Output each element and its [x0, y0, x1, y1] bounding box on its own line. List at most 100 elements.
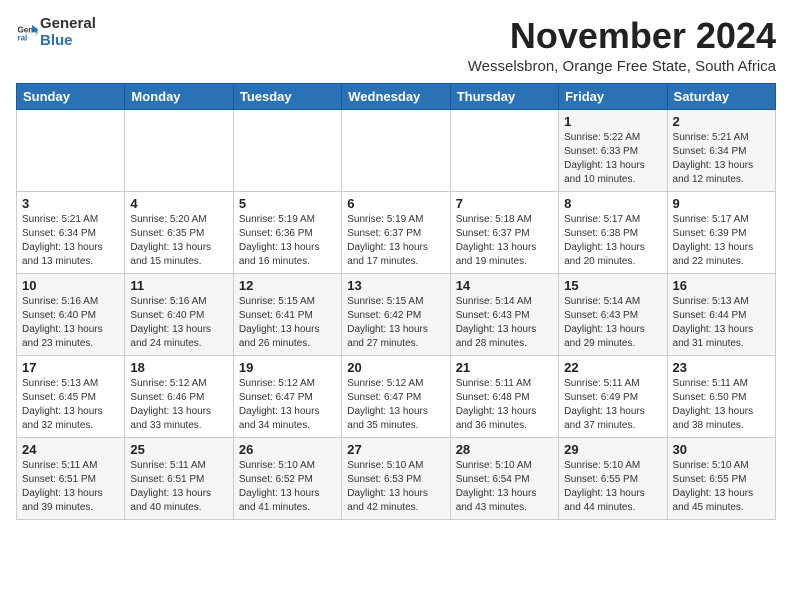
day-number: 22 — [564, 360, 661, 375]
day-info: Sunrise: 5:10 AM Sunset: 6:55 PM Dayligh… — [564, 459, 661, 515]
calendar-row: 17 Sunrise: 5:13 AM Sunset: 6:45 PM Dayli… — [17, 355, 776, 437]
day-number: 11 — [130, 278, 227, 293]
day-number: 3 — [22, 196, 119, 211]
weekday-header: Saturday — [667, 83, 775, 109]
calendar-cell: 17 Sunrise: 5:13 AM Sunset: 6:45 PM Dayli… — [17, 355, 125, 437]
calendar-cell: 26 Sunrise: 5:10 AM Sunset: 6:52 PM Dayli… — [233, 437, 341, 519]
day-number: 2 — [673, 114, 770, 129]
day-info: Sunrise: 5:20 AM Sunset: 6:35 PM Dayligh… — [130, 213, 227, 269]
calendar-cell — [125, 109, 233, 191]
day-number: 25 — [130, 442, 227, 457]
day-info: Sunrise: 5:16 AM Sunset: 6:40 PM Dayligh… — [130, 295, 227, 351]
day-info: Sunrise: 5:11 AM Sunset: 6:50 PM Dayligh… — [673, 377, 770, 433]
calendar-cell: 16 Sunrise: 5:13 AM Sunset: 6:44 PM Dayli… — [667, 273, 775, 355]
day-number: 28 — [456, 442, 553, 457]
calendar-row: 10 Sunrise: 5:16 AM Sunset: 6:40 PM Dayli… — [17, 273, 776, 355]
day-number: 7 — [456, 196, 553, 211]
day-info: Sunrise: 5:12 AM Sunset: 6:47 PM Dayligh… — [347, 377, 444, 433]
day-number: 30 — [673, 442, 770, 457]
day-info: Sunrise: 5:21 AM Sunset: 6:34 PM Dayligh… — [673, 131, 770, 187]
day-info: Sunrise: 5:13 AM Sunset: 6:44 PM Dayligh… — [673, 295, 770, 351]
calendar-table: SundayMondayTuesdayWednesdayThursdayFrid… — [16, 83, 776, 520]
calendar-cell: 15 Sunrise: 5:14 AM Sunset: 6:43 PM Dayli… — [559, 273, 667, 355]
day-number: 13 — [347, 278, 444, 293]
day-info: Sunrise: 5:12 AM Sunset: 6:46 PM Dayligh… — [130, 377, 227, 433]
calendar-cell: 7 Sunrise: 5:18 AM Sunset: 6:37 PM Daylig… — [450, 191, 558, 273]
day-number: 16 — [673, 278, 770, 293]
day-number: 27 — [347, 442, 444, 457]
day-info: Sunrise: 5:15 AM Sunset: 6:41 PM Dayligh… — [239, 295, 336, 351]
day-number: 17 — [22, 360, 119, 375]
calendar-cell — [342, 109, 450, 191]
day-number: 9 — [673, 196, 770, 211]
weekday-header: Thursday — [450, 83, 558, 109]
calendar-cell: 20Sunrise: 5:12 AM Sunset: 6:47 PM Dayli… — [342, 355, 450, 437]
day-number: 24 — [22, 442, 119, 457]
calendar-cell: 1 Sunrise: 5:22 AM Sunset: 6:33 PM Daylig… — [559, 109, 667, 191]
day-number: 1 — [564, 114, 661, 129]
logo-icon: Gene ral — [16, 22, 38, 44]
day-number: 29 — [564, 442, 661, 457]
day-info: Sunrise: 5:14 AM Sunset: 6:43 PM Dayligh… — [456, 295, 553, 351]
day-number: 19 — [239, 360, 336, 375]
calendar-cell: 11 Sunrise: 5:16 AM Sunset: 6:40 PM Dayli… — [125, 273, 233, 355]
calendar-cell: 10 Sunrise: 5:16 AM Sunset: 6:40 PM Dayli… — [17, 273, 125, 355]
day-info: Sunrise: 5:18 AM Sunset: 6:37 PM Dayligh… — [456, 213, 553, 269]
calendar-cell — [450, 109, 558, 191]
calendar-cell: 3 Sunrise: 5:21 AM Sunset: 6:34 PM Daylig… — [17, 191, 125, 273]
day-info: Sunrise: 5:12 AM Sunset: 6:47 PM Dayligh… — [239, 377, 336, 433]
calendar-cell: 29 Sunrise: 5:10 AM Sunset: 6:55 PM Dayli… — [559, 437, 667, 519]
day-info: Sunrise: 5:17 AM Sunset: 6:38 PM Dayligh… — [564, 213, 661, 269]
day-number: 5 — [239, 196, 336, 211]
day-info: Sunrise: 5:10 AM Sunset: 6:52 PM Dayligh… — [239, 459, 336, 515]
calendar-cell: 13Sunrise: 5:15 AM Sunset: 6:42 PM Dayli… — [342, 273, 450, 355]
calendar-cell: 5 Sunrise: 5:19 AM Sunset: 6:36 PM Daylig… — [233, 191, 341, 273]
logo: Gene ral General Blue — [16, 16, 96, 49]
calendar-cell: 23 Sunrise: 5:11 AM Sunset: 6:50 PM Dayli… — [667, 355, 775, 437]
day-info: Sunrise: 5:10 AM Sunset: 6:54 PM Dayligh… — [456, 459, 553, 515]
weekday-header: Tuesday — [233, 83, 341, 109]
day-info: Sunrise: 5:11 AM Sunset: 6:51 PM Dayligh… — [22, 459, 119, 515]
title-block: November 2024 Wesselsbron, Orange Free S… — [468, 16, 776, 75]
day-info: Sunrise: 5:10 AM Sunset: 6:55 PM Dayligh… — [673, 459, 770, 515]
day-info: Sunrise: 5:19 AM Sunset: 6:36 PM Dayligh… — [239, 213, 336, 269]
day-info: Sunrise: 5:11 AM Sunset: 6:49 PM Dayligh… — [564, 377, 661, 433]
day-info: Sunrise: 5:14 AM Sunset: 6:43 PM Dayligh… — [564, 295, 661, 351]
day-info: Sunrise: 5:16 AM Sunset: 6:40 PM Dayligh… — [22, 295, 119, 351]
day-info: Sunrise: 5:13 AM Sunset: 6:45 PM Dayligh… — [22, 377, 119, 433]
day-number: 23 — [673, 360, 770, 375]
calendar-cell: 22 Sunrise: 5:11 AM Sunset: 6:49 PM Dayli… — [559, 355, 667, 437]
calendar-cell: 2 Sunrise: 5:21 AM Sunset: 6:34 PM Daylig… — [667, 109, 775, 191]
day-number: 10 — [22, 278, 119, 293]
day-number: 26 — [239, 442, 336, 457]
day-info: Sunrise: 5:17 AM Sunset: 6:39 PM Dayligh… — [673, 213, 770, 269]
calendar-cell: 6Sunrise: 5:19 AM Sunset: 6:37 PM Daylig… — [342, 191, 450, 273]
weekday-header: Friday — [559, 83, 667, 109]
day-number: 8 — [564, 196, 661, 211]
calendar-cell — [17, 109, 125, 191]
location-title: Wesselsbron, Orange Free State, South Af… — [468, 58, 776, 75]
day-number: 15 — [564, 278, 661, 293]
calendar-row: 3 Sunrise: 5:21 AM Sunset: 6:34 PM Daylig… — [17, 191, 776, 273]
day-info: Sunrise: 5:21 AM Sunset: 6:34 PM Dayligh… — [22, 213, 119, 269]
calendar-cell: 27Sunrise: 5:10 AM Sunset: 6:53 PM Dayli… — [342, 437, 450, 519]
day-number: 18 — [130, 360, 227, 375]
day-number: 21 — [456, 360, 553, 375]
calendar-cell: 9 Sunrise: 5:17 AM Sunset: 6:39 PM Daylig… — [667, 191, 775, 273]
calendar-cell: 18 Sunrise: 5:12 AM Sunset: 6:46 PM Dayli… — [125, 355, 233, 437]
day-info: Sunrise: 5:22 AM Sunset: 6:33 PM Dayligh… — [564, 131, 661, 187]
weekday-header: Wednesday — [342, 83, 450, 109]
calendar-cell: 28 Sunrise: 5:10 AM Sunset: 6:54 PM Dayli… — [450, 437, 558, 519]
svg-text:ral: ral — [17, 33, 27, 42]
calendar-cell: 4Sunrise: 5:20 AM Sunset: 6:35 PM Daylig… — [125, 191, 233, 273]
day-number: 12 — [239, 278, 336, 293]
calendar-cell: 12 Sunrise: 5:15 AM Sunset: 6:41 PM Dayli… — [233, 273, 341, 355]
calendar-cell: 21Sunrise: 5:11 AM Sunset: 6:48 PM Dayli… — [450, 355, 558, 437]
day-number: 14 — [456, 278, 553, 293]
day-number: 6 — [347, 196, 444, 211]
calendar-cell: 25Sunrise: 5:11 AM Sunset: 6:51 PM Dayli… — [125, 437, 233, 519]
calendar-cell: 19 Sunrise: 5:12 AM Sunset: 6:47 PM Dayli… — [233, 355, 341, 437]
calendar-cell: 30 Sunrise: 5:10 AM Sunset: 6:55 PM Dayli… — [667, 437, 775, 519]
weekday-header: Monday — [125, 83, 233, 109]
weekday-header-row: SundayMondayTuesdayWednesdayThursdayFrid… — [17, 83, 776, 109]
